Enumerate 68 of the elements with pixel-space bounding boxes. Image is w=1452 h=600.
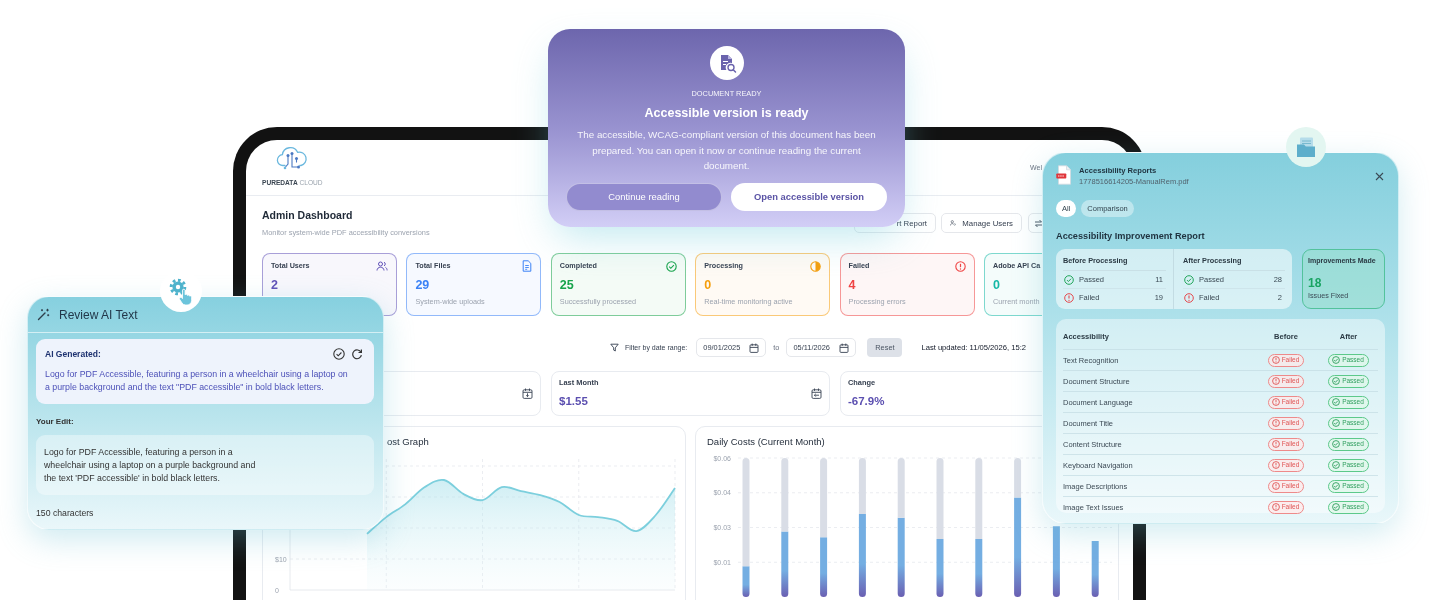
- close-icon[interactable]: [1375, 171, 1384, 181]
- stat-value: 25: [559, 277, 574, 293]
- ai-generated-text: Logo for PDF Accessible, featuring a person in a wheelchair using a laptop on a purple background and the text "PDF accessible" in bold black letters.: [45, 368, 349, 394]
- cost-bar: [742, 566, 750, 597]
- check-circle-icon: [1332, 356, 1341, 364]
- chart-title: Daily Costs (Current Month): [707, 435, 825, 449]
- user-gear-icon: [950, 218, 957, 228]
- check-circle-icon: [1064, 274, 1074, 285]
- refresh-icon[interactable]: [351, 348, 363, 360]
- check-circle-icon: [1332, 398, 1341, 406]
- popup-title: Accessible version is ready: [644, 105, 809, 121]
- cost-bar: [820, 537, 828, 597]
- pie-chart-icon: [810, 260, 822, 272]
- alert-circle-icon: [1271, 398, 1280, 406]
- cost-value: -67.9%: [848, 394, 885, 409]
- character-count: 150 characters: [36, 507, 94, 519]
- edit-label: Your Edit:: [36, 417, 74, 427]
- alert-circle-icon: [1184, 292, 1194, 303]
- users-icon: [376, 261, 388, 271]
- popup-message: The accessible, WCAG-compliant version of this document has been prepared. You can open it now or continue reading the current document.: [576, 128, 877, 173]
- calendar-arrow-icon: [811, 388, 822, 399]
- stat-value: 4: [848, 277, 856, 293]
- alert-circle-icon: [1271, 461, 1280, 469]
- arrows-icon: [1034, 218, 1043, 228]
- cost-bar: [1052, 526, 1060, 597]
- check-circle-icon: [665, 260, 677, 272]
- document-search-icon: [709, 46, 744, 80]
- alert-circle-icon: [1271, 503, 1280, 511]
- check-circle-icon[interactable]: [333, 348, 345, 360]
- alert-circle-icon: [1271, 419, 1280, 427]
- cost-bar: [936, 539, 944, 597]
- chart-title: ost Graph: [387, 435, 429, 449]
- filter-icon: [610, 343, 619, 352]
- magic-wand-icon: [37, 308, 50, 321]
- folder-icon: [1286, 127, 1326, 167]
- alert-circle-icon: [1271, 356, 1280, 364]
- alert-circle-icon: [1064, 292, 1074, 303]
- pdf-file-icon: [1056, 165, 1072, 185]
- cost-bar: [975, 539, 983, 597]
- improvements-value: 18: [1308, 276, 1322, 291]
- panel-label: AI Generated:: [45, 348, 101, 360]
- alert-circle-icon: [1271, 440, 1280, 448]
- report-heading: Accessibility Improvement Report: [1056, 230, 1205, 242]
- stat-value: 0: [992, 277, 1000, 293]
- cost-value: $1.55: [559, 394, 588, 409]
- edit-text-field[interactable]: Logo for PDF Accessible, featuring a person in a wheelchair using a laptop on a purple background and the text 'PDF accessible' in bold black letters.: [36, 435, 374, 495]
- document-icon: [522, 260, 533, 272]
- stat-value: 29: [415, 277, 430, 293]
- check-circle-icon: [1332, 482, 1341, 490]
- check-circle-icon: [1332, 377, 1341, 385]
- open-version-button[interactable]: Open accessible version: [731, 182, 887, 211]
- page-title: Admin Dashboard: [262, 208, 353, 222]
- card-title: Review AI Text: [59, 307, 138, 322]
- check-circle-icon: [1332, 503, 1341, 511]
- alert-circle-icon: [1271, 482, 1280, 490]
- check-circle-icon: [1332, 461, 1341, 469]
- check-circle-icon: [1332, 440, 1341, 448]
- cost-bar: [781, 531, 789, 597]
- check-circle-icon: [1332, 419, 1341, 427]
- stat-value: 0: [704, 277, 712, 293]
- alert-circle-icon: [1271, 377, 1280, 385]
- calendar-icon: [749, 342, 760, 353]
- alert-circle-icon: [954, 260, 966, 272]
- check-circle-icon: [1184, 274, 1194, 285]
- cost-bar: [1091, 540, 1099, 597]
- calendar-download-icon: [522, 388, 533, 399]
- calendar-icon: [839, 342, 850, 353]
- stat-value: 2: [271, 277, 278, 293]
